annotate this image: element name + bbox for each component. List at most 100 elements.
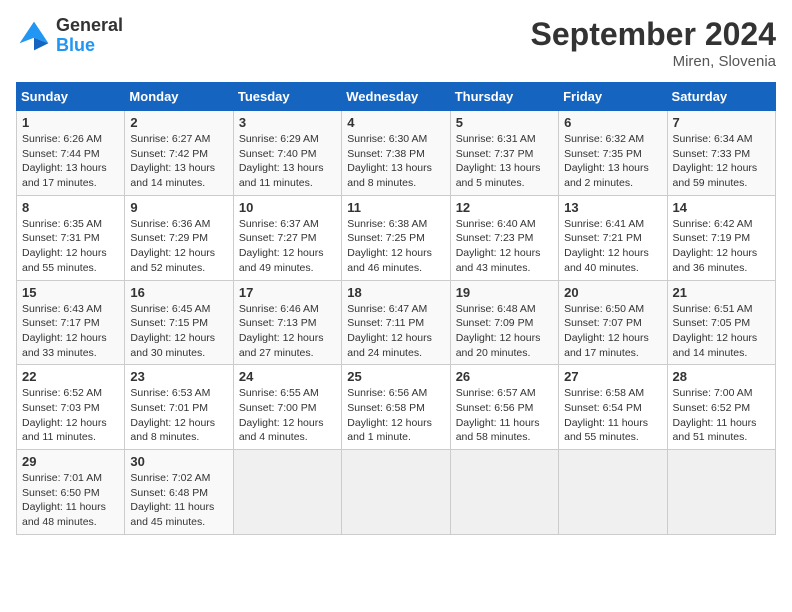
calendar-cell	[450, 450, 558, 535]
calendar-cell: 8 Sunrise: 6:35 AM Sunset: 7:31 PM Dayli…	[17, 195, 125, 280]
calendar-cell: 30 Sunrise: 7:02 AM Sunset: 6:48 PM Dayl…	[125, 450, 233, 535]
calendar-cell: 11 Sunrise: 6:38 AM Sunset: 7:25 PM Dayl…	[342, 195, 450, 280]
calendar-cell: 17 Sunrise: 6:46 AM Sunset: 7:13 PM Dayl…	[233, 280, 341, 365]
calendar-cell	[559, 450, 667, 535]
day-info: Sunrise: 6:36 AM Sunset: 7:29 PM Dayligh…	[130, 217, 227, 276]
day-info: Sunrise: 6:56 AM Sunset: 6:58 PM Dayligh…	[347, 386, 444, 445]
calendar-cell	[233, 450, 341, 535]
calendar-cell: 9 Sunrise: 6:36 AM Sunset: 7:29 PM Dayli…	[125, 195, 233, 280]
calendar-week-row: 8 Sunrise: 6:35 AM Sunset: 7:31 PM Dayli…	[17, 195, 776, 280]
day-number: 6	[564, 115, 661, 130]
day-info: Sunrise: 6:29 AM Sunset: 7:40 PM Dayligh…	[239, 132, 336, 191]
calendar-cell: 1 Sunrise: 6:26 AM Sunset: 7:44 PM Dayli…	[17, 111, 125, 196]
calendar-cell	[667, 450, 775, 535]
day-number: 4	[347, 115, 444, 130]
day-number: 15	[22, 285, 119, 300]
calendar-cell: 10 Sunrise: 6:37 AM Sunset: 7:27 PM Dayl…	[233, 195, 341, 280]
day-number: 1	[22, 115, 119, 130]
day-info: Sunrise: 6:34 AM Sunset: 7:33 PM Dayligh…	[673, 132, 770, 191]
day-info: Sunrise: 6:26 AM Sunset: 7:44 PM Dayligh…	[22, 132, 119, 191]
location: Miren, Slovenia	[531, 53, 776, 70]
day-number: 20	[564, 285, 661, 300]
logo-text: General Blue	[56, 16, 123, 56]
day-info: Sunrise: 6:38 AM Sunset: 7:25 PM Dayligh…	[347, 217, 444, 276]
day-number: 28	[673, 369, 770, 384]
header-monday: Monday	[125, 83, 233, 111]
calendar-cell: 25 Sunrise: 6:56 AM Sunset: 6:58 PM Dayl…	[342, 365, 450, 450]
day-number: 29	[22, 454, 119, 469]
day-number: 14	[673, 200, 770, 215]
day-number: 9	[130, 200, 227, 215]
day-info: Sunrise: 6:48 AM Sunset: 7:09 PM Dayligh…	[456, 302, 553, 361]
day-info: Sunrise: 6:53 AM Sunset: 7:01 PM Dayligh…	[130, 386, 227, 445]
day-number: 17	[239, 285, 336, 300]
day-info: Sunrise: 6:46 AM Sunset: 7:13 PM Dayligh…	[239, 302, 336, 361]
day-number: 13	[564, 200, 661, 215]
calendar-header-row: Sunday Monday Tuesday Wednesday Thursday…	[17, 83, 776, 111]
calendar-cell: 7 Sunrise: 6:34 AM Sunset: 7:33 PM Dayli…	[667, 111, 775, 196]
day-info: Sunrise: 7:01 AM Sunset: 6:50 PM Dayligh…	[22, 471, 119, 530]
day-number: 18	[347, 285, 444, 300]
calendar-cell: 27 Sunrise: 6:58 AM Sunset: 6:54 PM Dayl…	[559, 365, 667, 450]
header-tuesday: Tuesday	[233, 83, 341, 111]
calendar-cell: 29 Sunrise: 7:01 AM Sunset: 6:50 PM Dayl…	[17, 450, 125, 535]
calendar-cell: 28 Sunrise: 7:00 AM Sunset: 6:52 PM Dayl…	[667, 365, 775, 450]
day-number: 25	[347, 369, 444, 384]
day-number: 8	[22, 200, 119, 215]
day-info: Sunrise: 6:40 AM Sunset: 7:23 PM Dayligh…	[456, 217, 553, 276]
day-number: 3	[239, 115, 336, 130]
day-info: Sunrise: 6:52 AM Sunset: 7:03 PM Dayligh…	[22, 386, 119, 445]
header-friday: Friday	[559, 83, 667, 111]
day-number: 12	[456, 200, 553, 215]
day-info: Sunrise: 6:31 AM Sunset: 7:37 PM Dayligh…	[456, 132, 553, 191]
calendar-cell: 15 Sunrise: 6:43 AM Sunset: 7:17 PM Dayl…	[17, 280, 125, 365]
header-wednesday: Wednesday	[342, 83, 450, 111]
day-info: Sunrise: 6:57 AM Sunset: 6:56 PM Dayligh…	[456, 386, 553, 445]
calendar-week-row: 15 Sunrise: 6:43 AM Sunset: 7:17 PM Dayl…	[17, 280, 776, 365]
calendar-week-row: 22 Sunrise: 6:52 AM Sunset: 7:03 PM Dayl…	[17, 365, 776, 450]
calendar-cell: 2 Sunrise: 6:27 AM Sunset: 7:42 PM Dayli…	[125, 111, 233, 196]
header-saturday: Saturday	[667, 83, 775, 111]
day-info: Sunrise: 6:43 AM Sunset: 7:17 PM Dayligh…	[22, 302, 119, 361]
day-info: Sunrise: 7:02 AM Sunset: 6:48 PM Dayligh…	[130, 471, 227, 530]
day-number: 10	[239, 200, 336, 215]
calendar-cell: 12 Sunrise: 6:40 AM Sunset: 7:23 PM Dayl…	[450, 195, 558, 280]
day-info: Sunrise: 6:45 AM Sunset: 7:15 PM Dayligh…	[130, 302, 227, 361]
calendar-cell: 4 Sunrise: 6:30 AM Sunset: 7:38 PM Dayli…	[342, 111, 450, 196]
day-info: Sunrise: 6:30 AM Sunset: 7:38 PM Dayligh…	[347, 132, 444, 191]
day-number: 5	[456, 115, 553, 130]
calendar-week-row: 29 Sunrise: 7:01 AM Sunset: 6:50 PM Dayl…	[17, 450, 776, 535]
calendar-cell: 6 Sunrise: 6:32 AM Sunset: 7:35 PM Dayli…	[559, 111, 667, 196]
day-number: 26	[456, 369, 553, 384]
header-thursday: Thursday	[450, 83, 558, 111]
calendar-cell: 22 Sunrise: 6:52 AM Sunset: 7:03 PM Dayl…	[17, 365, 125, 450]
calendar-cell: 13 Sunrise: 6:41 AM Sunset: 7:21 PM Dayl…	[559, 195, 667, 280]
calendar-table: Sunday Monday Tuesday Wednesday Thursday…	[16, 82, 776, 535]
header-sunday: Sunday	[17, 83, 125, 111]
calendar-cell: 5 Sunrise: 6:31 AM Sunset: 7:37 PM Dayli…	[450, 111, 558, 196]
day-number: 22	[22, 369, 119, 384]
day-info: Sunrise: 6:58 AM Sunset: 6:54 PM Dayligh…	[564, 386, 661, 445]
day-info: Sunrise: 6:42 AM Sunset: 7:19 PM Dayligh…	[673, 217, 770, 276]
day-info: Sunrise: 6:50 AM Sunset: 7:07 PM Dayligh…	[564, 302, 661, 361]
calendar-cell: 19 Sunrise: 6:48 AM Sunset: 7:09 PM Dayl…	[450, 280, 558, 365]
page-header: General Blue September 2024 Miren, Slove…	[16, 16, 776, 70]
calendar-cell: 3 Sunrise: 6:29 AM Sunset: 7:40 PM Dayli…	[233, 111, 341, 196]
day-info: Sunrise: 6:41 AM Sunset: 7:21 PM Dayligh…	[564, 217, 661, 276]
day-number: 19	[456, 285, 553, 300]
calendar-cell: 14 Sunrise: 6:42 AM Sunset: 7:19 PM Dayl…	[667, 195, 775, 280]
day-info: Sunrise: 6:27 AM Sunset: 7:42 PM Dayligh…	[130, 132, 227, 191]
calendar-cell: 18 Sunrise: 6:47 AM Sunset: 7:11 PM Dayl…	[342, 280, 450, 365]
day-number: 30	[130, 454, 227, 469]
calendar-cell: 26 Sunrise: 6:57 AM Sunset: 6:56 PM Dayl…	[450, 365, 558, 450]
month-title: September 2024	[531, 16, 776, 53]
calendar-cell: 20 Sunrise: 6:50 AM Sunset: 7:07 PM Dayl…	[559, 280, 667, 365]
calendar-cell: 16 Sunrise: 6:45 AM Sunset: 7:15 PM Dayl…	[125, 280, 233, 365]
day-info: Sunrise: 6:37 AM Sunset: 7:27 PM Dayligh…	[239, 217, 336, 276]
day-number: 23	[130, 369, 227, 384]
day-info: Sunrise: 7:00 AM Sunset: 6:52 PM Dayligh…	[673, 386, 770, 445]
logo: General Blue	[16, 16, 123, 56]
day-number: 27	[564, 369, 661, 384]
calendar-cell: 23 Sunrise: 6:53 AM Sunset: 7:01 PM Dayl…	[125, 365, 233, 450]
day-number: 21	[673, 285, 770, 300]
